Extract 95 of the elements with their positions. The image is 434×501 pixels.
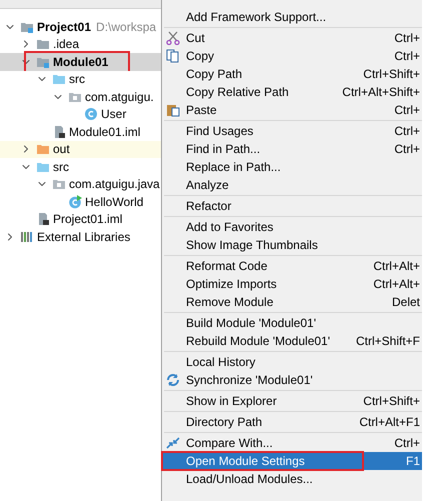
tree-label: out xyxy=(53,141,70,158)
menu-item-label: Find in Path... xyxy=(186,141,262,158)
file-icon xyxy=(52,124,66,139)
menu-item[interactable]: Load/Unload Modules... xyxy=(162,470,422,488)
menu-item[interactable]: Find in Path... Ctrl+ xyxy=(162,140,422,158)
menu-item-label: Refactor xyxy=(186,198,232,215)
tree-label: Module01.iml xyxy=(69,124,140,141)
folder-icon xyxy=(36,142,50,156)
menu-item-label: Add Framework Support... xyxy=(186,9,328,26)
menu-item[interactable]: Replace in Path... xyxy=(162,158,422,176)
menu-item-label: Reformat Code xyxy=(186,258,268,275)
shortcut-text: Ctrl+ xyxy=(394,102,420,119)
copy-icon xyxy=(166,49,180,63)
menu-item-label: Find Usages xyxy=(186,123,254,140)
shortcut-text: Ctrl+Alt+F1 xyxy=(359,414,420,431)
shortcut-text: Ctrl+Alt+ xyxy=(373,276,420,293)
tree-label: src xyxy=(69,71,85,88)
tree-label: com.atguigu.java xyxy=(69,176,160,194)
menu-item-label: Synchronize 'Module01' xyxy=(186,372,314,389)
shortcut-text: Ctrl+Shift+F xyxy=(356,333,420,350)
menu-item[interactable]: Build Module 'Module01' xyxy=(162,314,422,332)
menu-item-label: Paste xyxy=(186,102,218,119)
shortcut-text: Ctrl+ xyxy=(394,141,420,158)
shortcut-text: Ctrl+ xyxy=(394,48,420,65)
menu-item[interactable]: Cut Ctrl+ xyxy=(162,29,422,47)
scissors-icon xyxy=(166,31,180,45)
tree-label: com.atguigu. xyxy=(85,88,154,106)
menu-item[interactable]: Optimize Imports Ctrl+Alt+ xyxy=(162,275,422,293)
menu-item[interactable]: Directory Path Ctrl+Alt+F1 xyxy=(162,413,422,431)
menu-item[interactable]: Analyze xyxy=(162,176,422,194)
menu-item[interactable]: Local History xyxy=(162,353,422,371)
shortcut-text: Delet xyxy=(392,294,420,311)
menu-item-label: Open Module Settings xyxy=(186,453,306,470)
menu-item[interactable]: Open Module Settings F1 xyxy=(162,452,422,470)
menu-item-label: Copy Path xyxy=(186,66,244,83)
menu-item-label: Load/Unload Modules... xyxy=(186,471,314,488)
menu-item[interactable]: Compare With... Ctrl+ xyxy=(162,434,422,452)
shortcut-text: Ctrl+Alt+Shift+ xyxy=(342,84,420,101)
shortcut-text: Ctrl+Alt+ xyxy=(373,258,420,275)
menu-item-label: Optimize Imports xyxy=(186,276,278,293)
sync-icon xyxy=(166,373,180,387)
menu-item-label: Replace in Path... xyxy=(186,159,282,176)
tree-label: External Libraries xyxy=(37,228,130,246)
shortcut-text: Ctrl+ xyxy=(394,435,420,452)
menu-item-label: Cut xyxy=(186,30,206,47)
menu-item-label: Build Module 'Module01' xyxy=(186,315,317,332)
file-icon xyxy=(36,212,50,226)
menu-item[interactable]: Refactor xyxy=(162,197,422,215)
tree-label: .idea xyxy=(53,36,80,54)
folder-icon xyxy=(36,37,50,52)
menu-item[interactable]: Reformat Code Ctrl+Alt+ xyxy=(162,257,422,275)
menu-item[interactable]: Synchronize 'Module01' xyxy=(162,371,422,389)
class-icon xyxy=(68,194,82,209)
tree-label: src xyxy=(53,158,69,176)
menu-item[interactable]: Add to Favorites xyxy=(162,218,422,236)
paste-icon xyxy=(166,103,180,117)
menu-item-label: Show in Explorer xyxy=(186,393,278,410)
menu-item[interactable]: Rebuild Module 'Module01' Ctrl+Shift+F xyxy=(162,332,422,350)
shortcut-text: Ctrl+Shift+ xyxy=(363,393,420,410)
menu-item[interactable]: Show in Explorer Ctrl+Shift+ xyxy=(162,392,422,410)
tree-row[interactable]: out xyxy=(0,140,161,158)
tree-label: Project01 xyxy=(37,18,92,36)
tree-path: D:\workspa xyxy=(96,18,156,36)
tree-label: User xyxy=(101,106,126,124)
menu-item-label: Copy xyxy=(186,48,216,65)
menu-item-label: Copy Relative Path xyxy=(186,84,290,101)
package-icon xyxy=(52,177,66,192)
tree-label: HelloWorld xyxy=(85,194,144,211)
menu-item[interactable]: Add Framework Support... xyxy=(162,8,422,26)
tree-label: Module01 xyxy=(53,54,108,71)
menu-item[interactable]: Copy Relative Path Ctrl+Alt+Shift+ xyxy=(162,83,422,101)
menu-item[interactable]: Show Image Thumbnails xyxy=(162,236,422,254)
shortcut-text: Ctrl+ xyxy=(394,30,420,47)
library-icon xyxy=(20,230,34,244)
class-icon xyxy=(84,107,98,122)
menu-item-label: Rebuild Module 'Module01' xyxy=(186,333,332,350)
tree-label: Project01.iml xyxy=(53,211,122,228)
tree-row[interactable]: Module01 xyxy=(0,53,161,70)
menu-item-label: Remove Module xyxy=(186,294,274,311)
menu-item-label: Show Image Thumbnails xyxy=(186,237,319,254)
menu-item[interactable]: Copy Path Ctrl+Shift+ xyxy=(162,65,422,83)
menu-item-label: Compare With... xyxy=(186,435,274,452)
shortcut-text: Ctrl+Shift+ xyxy=(363,66,420,83)
menu-item[interactable]: Copy Ctrl+ xyxy=(162,47,422,65)
menu-item-label: Add to Favorites xyxy=(186,219,274,236)
menu-item-label: Local History xyxy=(186,354,256,371)
compare-arrows-icon xyxy=(166,436,180,450)
shortcut-text: F1 xyxy=(406,453,420,470)
menu-item[interactable]: Find Usages Ctrl+ xyxy=(162,122,422,140)
menu-item[interactable]: Remove Module Delet xyxy=(162,293,422,311)
menu-item[interactable]: Paste Ctrl+ xyxy=(162,101,422,119)
menu-item-label: Analyze xyxy=(186,177,230,194)
folder-icon xyxy=(52,72,66,86)
menu-item-label: Directory Path xyxy=(186,414,264,431)
shortcut-text: Ctrl+ xyxy=(394,123,420,140)
